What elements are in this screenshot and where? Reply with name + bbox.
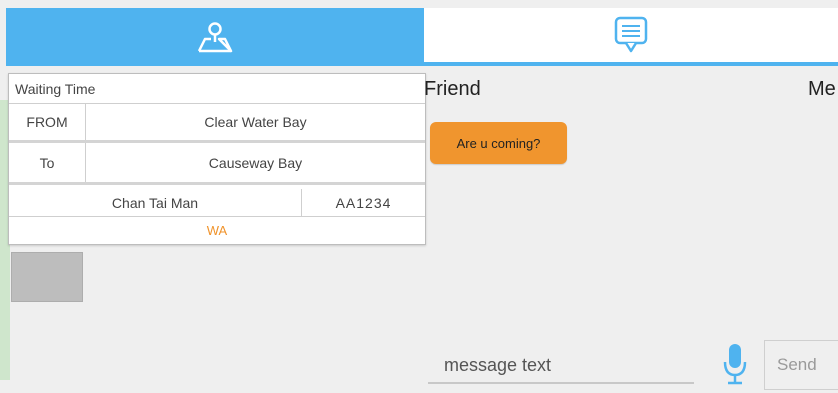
to-value: Causeway Bay	[208, 154, 303, 171]
to-row: To Causeway Bay	[9, 143, 425, 185]
driver-row: Chan Tai Man AA1234	[9, 189, 425, 217]
to-label: To	[9, 143, 86, 182]
info-title-row: Waiting Time	[9, 74, 425, 104]
from-row: FROM Clear Water Bay	[9, 104, 425, 143]
plate-number: AA1234	[335, 194, 392, 211]
friend-label: Friend	[424, 78, 481, 100]
from-value: Clear Water Bay	[204, 114, 307, 130]
map-pin-icon	[197, 22, 233, 53]
tab-map[interactable]	[6, 8, 424, 66]
message-bubble-friend: Are u coming?	[430, 122, 567, 164]
top-tab-bar	[6, 8, 838, 66]
me-label: Me	[808, 78, 836, 100]
driver-name: Chan Tai Man	[9, 189, 302, 216]
grey-action-button[interactable]	[11, 252, 83, 302]
waiting-time-label: Waiting Time	[15, 81, 96, 97]
status-text: WA	[206, 223, 228, 238]
from-label: FROM	[9, 104, 86, 140]
chat-bubble-icon	[614, 16, 648, 53]
microphone-icon[interactable]	[722, 342, 748, 388]
tab-chat[interactable]	[424, 8, 838, 66]
trip-info-card: Waiting Time FROM Clear Water Bay To Cau…	[8, 73, 426, 245]
send-button[interactable]: Send	[764, 340, 838, 390]
message-input[interactable]	[428, 348, 694, 384]
